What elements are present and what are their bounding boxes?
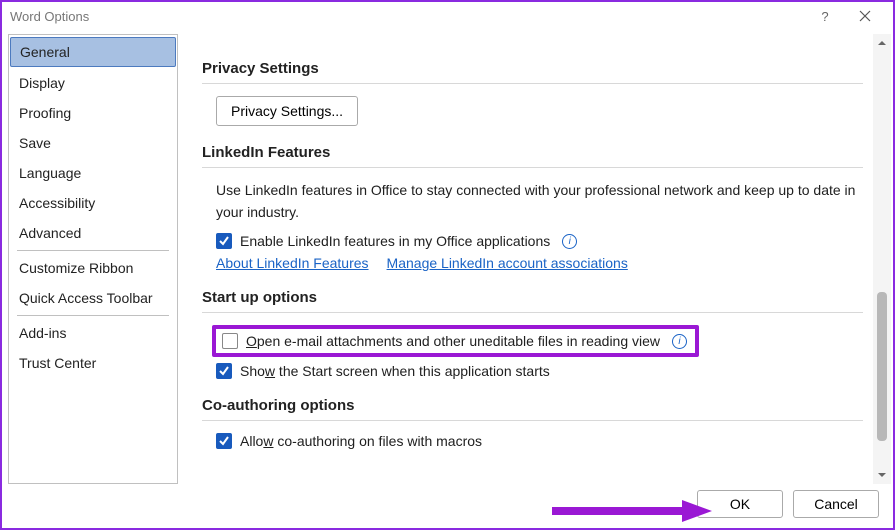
help-button[interactable]: ? (805, 4, 845, 28)
section-coauth-heading: Co-authoring options (202, 397, 863, 414)
section-rule (202, 167, 863, 168)
sidebar-item-accessibility[interactable]: Accessibility (9, 188, 177, 218)
content-pane: Privacy Settings Privacy Settings... Lin… (184, 30, 893, 488)
section-rule (202, 420, 863, 421)
sidebar-item-trust-center[interactable]: Trust Center (9, 348, 177, 378)
chevron-down-icon (877, 470, 887, 480)
sidebar-item-general[interactable]: General (10, 37, 176, 67)
sidebar-separator (17, 250, 169, 251)
sidebar-item-quick-access-toolbar[interactable]: Quick Access Toolbar (9, 283, 177, 313)
about-linkedin-link[interactable]: About LinkedIn Features (216, 255, 369, 271)
linkedin-blurb: Use LinkedIn features in Office to stay … (216, 180, 856, 223)
scrollbar[interactable] (873, 34, 891, 484)
chevron-up-icon (877, 38, 887, 48)
section-rule (202, 83, 863, 84)
word-options-dialog: Word Options ? GeneralDisplayProofingSav… (0, 0, 895, 530)
section-linkedin-heading: LinkedIn Features (202, 144, 863, 161)
section-privacy-heading: Privacy Settings (202, 60, 863, 77)
close-button[interactable] (845, 4, 885, 28)
section-startup-heading: Start up options (202, 289, 863, 306)
section-rule (202, 312, 863, 313)
sidebar-item-advanced[interactable]: Advanced (9, 218, 177, 248)
sidebar-item-customize-ribbon[interactable]: Customize Ribbon (9, 253, 177, 283)
scroll-up-button[interactable] (873, 34, 891, 52)
scroll-down-button[interactable] (873, 466, 891, 484)
privacy-settings-button[interactable]: Privacy Settings... (216, 96, 358, 126)
checkbox-open-reading[interactable] (222, 333, 238, 349)
cancel-button[interactable]: Cancel (793, 490, 879, 518)
scroll-track[interactable] (873, 52, 891, 466)
sidebar-item-language[interactable]: Language (9, 158, 177, 188)
close-icon (859, 10, 871, 22)
sidebar-item-save[interactable]: Save (9, 128, 177, 158)
checkbox-show-start-screen[interactable] (216, 363, 232, 379)
info-icon[interactable]: i (672, 334, 687, 349)
sidebar-item-proofing[interactable]: Proofing (9, 98, 177, 128)
checkbox-coauth-macros[interactable] (216, 433, 232, 449)
sidebar-item-add-ins[interactable]: Add-ins (9, 318, 177, 348)
manage-linkedin-link[interactable]: Manage LinkedIn account associations (387, 255, 628, 271)
sidebar: GeneralDisplayProofingSaveLanguageAccess… (8, 34, 178, 484)
checkbox-linkedin-label: Enable LinkedIn features in my Office ap… (240, 233, 550, 249)
info-icon[interactable]: i (562, 234, 577, 249)
scroll-thumb[interactable] (877, 292, 887, 441)
checkbox-coauth-macros-label: Allow co-authoring on files with macros (240, 433, 482, 449)
checkbox-linkedin-enabled[interactable] (216, 233, 232, 249)
highlight-open-reading: Open e-mail attachments and other unedit… (212, 325, 699, 357)
sidebar-item-display[interactable]: Display (9, 68, 177, 98)
ok-button[interactable]: OK (697, 490, 783, 518)
dialog-footer: OK Cancel (2, 488, 893, 528)
sidebar-separator (17, 315, 169, 316)
window-title: Word Options (10, 9, 89, 24)
titlebar: Word Options ? (2, 2, 893, 30)
checkbox-show-start-label: Show the Start screen when this applicat… (240, 363, 550, 379)
dialog-body: GeneralDisplayProofingSaveLanguageAccess… (2, 30, 893, 488)
checkbox-open-reading-label: Open e-mail attachments and other unedit… (246, 333, 660, 349)
